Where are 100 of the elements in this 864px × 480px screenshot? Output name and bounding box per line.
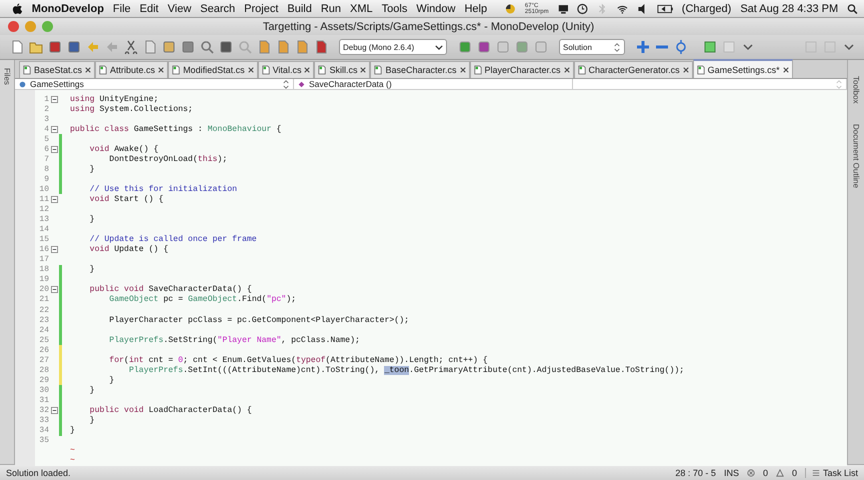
files-pad-tab[interactable]: Files <box>2 68 12 85</box>
menu-item[interactable]: Edit <box>140 2 159 14</box>
line-number: 9 <box>43 174 49 184</box>
menu-item[interactable]: Help <box>464 2 488 14</box>
file-tab[interactable]: Vital.cs <box>258 61 314 78</box>
expand-icon[interactable] <box>674 40 688 54</box>
close-icon[interactable] <box>304 67 310 73</box>
new-file-icon[interactable] <box>10 40 24 54</box>
code-line: } <box>88 265 95 274</box>
close-icon[interactable] <box>85 67 92 73</box>
bookmark-next-icon[interactable] <box>295 40 309 54</box>
end-marker: ~ <box>70 456 75 466</box>
scope-dropdown[interactable]: Solution <box>559 39 625 55</box>
fold-toggle-icon[interactable] <box>50 126 58 133</box>
document-outline-pad-tab[interactable]: Document Outline <box>852 124 860 188</box>
menu-item[interactable]: Search <box>200 2 236 14</box>
battery-status: (Charged) <box>682 2 732 14</box>
line-number: 3 <box>43 114 49 124</box>
warning-count: 0 <box>792 468 797 478</box>
error-icon[interactable] <box>746 468 755 476</box>
display-icon[interactable] <box>558 2 568 14</box>
line-number: 35 <box>38 436 49 446</box>
close-icon[interactable] <box>360 67 366 73</box>
line-number: 30 <box>38 386 49 395</box>
close-icon[interactable] <box>782 66 789 72</box>
chevron-down-icon <box>435 42 443 52</box>
save-all-icon[interactable] <box>67 40 81 54</box>
close-button[interactable] <box>8 21 19 32</box>
file-icon <box>578 65 586 75</box>
fold-toggle-icon[interactable] <box>50 96 58 103</box>
line-number: 19 <box>38 275 49 284</box>
code-line: PlayerPrefs.SetString("Player Name", pcClass.Name); <box>108 336 360 345</box>
code-line: using System.Collections; <box>70 104 193 114</box>
menu-item[interactable]: Build <box>287 2 312 14</box>
class-icon <box>19 80 26 88</box>
bookmark-prev-icon[interactable] <box>276 40 290 54</box>
code-line: PlayerCharacter pcClass = pc.GetComponent<PlayerCharacter>(); <box>108 316 410 325</box>
close-icon[interactable] <box>158 67 164 73</box>
fold-toggle-icon[interactable] <box>50 246 58 254</box>
configuration-dropdown[interactable]: Debug (Mono 2.6.4) <box>339 39 447 55</box>
menu-item[interactable]: Tools <box>382 2 408 14</box>
file-tab[interactable]: BaseStat.cs <box>19 61 96 78</box>
line-number: 33 <box>38 416 49 426</box>
file-tab[interactable]: GameSettings.cs* <box>692 59 793 78</box>
window-title: Targetting - Assets/Scripts/GameSettings.cs* - MonoDevelop (Unity) <box>262 20 596 32</box>
line-number: 17 <box>38 255 49 264</box>
fold-toggle-icon[interactable] <box>50 406 58 414</box>
warning-icon[interactable] <box>776 468 784 476</box>
code-line: void Start () { <box>88 194 164 204</box>
toolbox-pad-tab[interactable]: Toolbox <box>852 76 860 104</box>
file-icon <box>99 65 108 75</box>
line-number: 31 <box>38 396 49 405</box>
file-tab[interactable]: BaseCharacter.cs <box>370 61 470 78</box>
file-tab[interactable]: Skill.cs <box>314 61 370 78</box>
menu-item[interactable]: View <box>168 2 192 14</box>
code-line: DontDestroyOnLoad(this); <box>108 154 228 164</box>
line-number: 18 <box>38 265 49 274</box>
plus-icon[interactable] <box>636 40 650 54</box>
battery-icon[interactable] <box>656 2 673 14</box>
copy-icon[interactable] <box>143 40 157 54</box>
gauge-icon[interactable] <box>505 2 516 14</box>
fold-toggle-icon[interactable] <box>50 196 58 203</box>
save-icon[interactable] <box>48 40 62 54</box>
line-number: 20 <box>38 285 49 294</box>
bookmark-clear-icon[interactable] <box>314 40 328 54</box>
apple-icon[interactable] <box>12 2 23 16</box>
open-folder-icon[interactable] <box>29 40 43 54</box>
close-icon[interactable] <box>460 67 466 73</box>
line-number: 6 <box>43 144 49 154</box>
menu-item[interactable]: Project <box>244 2 278 14</box>
fold-toggle-icon[interactable] <box>50 286 58 294</box>
app-menu[interactable]: MonoDevelop <box>32 2 104 14</box>
file-tab[interactable]: ModifiedStat.cs <box>168 61 258 78</box>
close-icon[interactable] <box>248 67 254 73</box>
file-tab[interactable]: PlayerCharacter.cs <box>470 61 574 78</box>
menu-item[interactable]: XML <box>350 2 373 14</box>
menu-item[interactable]: Window <box>416 2 456 14</box>
task-list-button[interactable]: Task List <box>804 468 858 478</box>
file-tab[interactable]: Attribute.cs <box>95 61 168 78</box>
code-line: void Update () { <box>88 245 168 254</box>
close-icon[interactable] <box>564 67 570 73</box>
line-number: 5 <box>43 134 49 144</box>
menu-item[interactable]: Run <box>320 2 342 14</box>
file-tab[interactable]: CharacterGenerator.cs <box>574 61 693 78</box>
close-icon[interactable] <box>682 67 689 73</box>
file-icon <box>318 65 326 75</box>
menu-item[interactable]: File <box>112 2 131 14</box>
search-icon[interactable] <box>847 2 858 14</box>
fold-toggle-icon[interactable] <box>50 146 58 153</box>
cut-icon[interactable] <box>124 40 138 54</box>
code-line: // Update is called once per frame <box>88 235 257 244</box>
menu-clock[interactable]: Sat Aug 28 4:33 PM <box>740 2 838 14</box>
end-marker: ~ <box>70 446 75 456</box>
member-dropdown[interactable]: SaveCharacterData () <box>294 79 573 89</box>
bookmark-icon[interactable] <box>257 40 271 54</box>
type-dropdown[interactable]: GameSettings <box>15 79 294 89</box>
line-number: 15 <box>38 235 49 244</box>
line-number: 29 <box>38 376 49 385</box>
clock-icon[interactable] <box>577 2 588 14</box>
file-icon <box>172 65 180 75</box>
